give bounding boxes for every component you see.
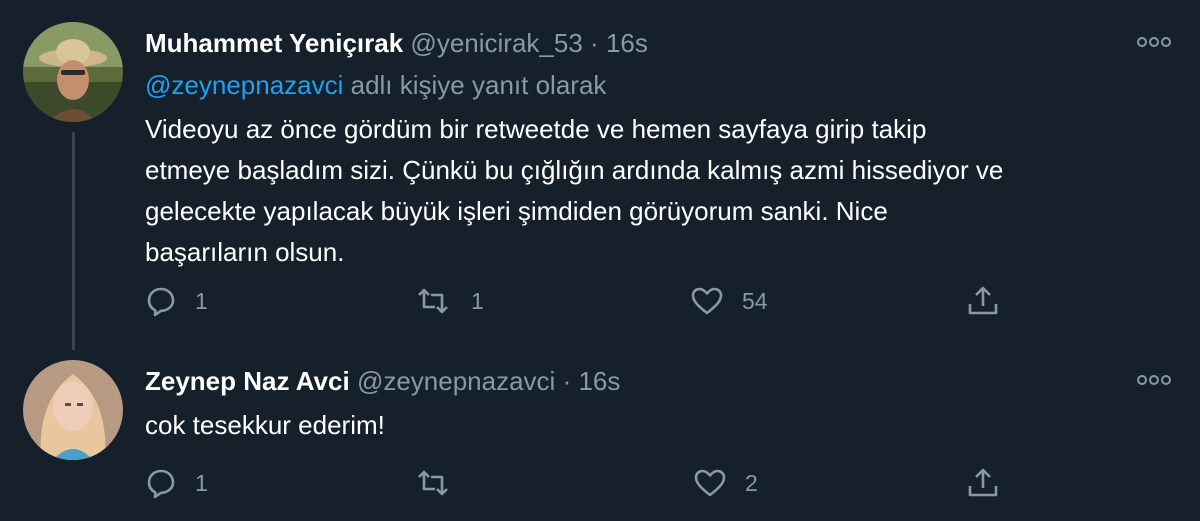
like-count: 2	[745, 469, 758, 496]
tweet-1[interactable]: Muhammet Yeniçırak @yenicirak_53 · 16s @…	[0, 0, 1200, 350]
author-handle[interactable]: @yenicirak_53	[410, 28, 582, 58]
tweet-header: Muhammet Yeniçırak @yenicirak_53 · 16s	[145, 28, 648, 59]
separator-dot: ·	[590, 28, 599, 58]
avatar[interactable]	[23, 22, 123, 122]
reply-count: 1	[195, 469, 208, 496]
like-button[interactable]: 2	[693, 465, 758, 501]
reply-button[interactable]: 1	[145, 283, 208, 319]
reply-icon	[145, 467, 177, 499]
reply-context: @zeynepnazavci adlı kişiye yanıt olarak	[145, 70, 606, 101]
timestamp[interactable]: 16s	[606, 28, 648, 58]
retweet-icon	[413, 285, 453, 317]
reply-context-text: adlı kişiye yanıt olarak	[343, 70, 607, 100]
tweet-text-line: Videoyu az önce gördüm bir retweetde ve …	[145, 114, 927, 144]
share-button[interactable]	[965, 283, 1001, 319]
like-icon	[693, 467, 727, 499]
more-icon[interactable]	[1136, 372, 1172, 388]
thread-line	[72, 132, 75, 350]
reply-button[interactable]: 1	[145, 465, 208, 501]
tweet-text-line: başarıların olsun.	[145, 237, 345, 267]
tweet-header: Zeynep Naz Avci @zeynepnazavci · 16s	[145, 366, 620, 397]
share-button[interactable]	[965, 465, 1001, 501]
author-name[interactable]: Muhammet Yeniçırak	[145, 28, 403, 58]
more-icon[interactable]	[1136, 34, 1172, 50]
avatar[interactable]	[23, 360, 123, 460]
timestamp[interactable]: 16s	[578, 366, 620, 396]
tweet-text-line: cok tesekkur ederim!	[145, 410, 385, 440]
mention-link[interactable]: @zeynepnazavci	[145, 70, 343, 100]
reply-icon	[145, 285, 177, 317]
tweet-text-line: etmeye başladım sizi. Çünkü bu çığlığın …	[145, 155, 1004, 185]
separator-dot: ·	[562, 366, 572, 396]
retweet-button[interactable]: 1	[413, 283, 484, 319]
tweet-text: Videoyu az önce gördüm bir retweetde ve …	[145, 109, 1175, 273]
reply-count: 1	[195, 287, 208, 314]
share-icon	[965, 284, 1001, 318]
retweet-count: 1	[471, 287, 484, 314]
retweet-icon	[413, 467, 453, 499]
tweet-text: cok tesekkur ederim!	[145, 405, 1175, 446]
action-bar: 1 2	[145, 465, 1045, 501]
share-icon	[965, 466, 1001, 500]
author-name[interactable]: Zeynep Naz Avci	[145, 366, 350, 396]
action-bar: 1 1 54	[145, 283, 1045, 319]
retweet-button[interactable]	[413, 465, 471, 501]
author-handle[interactable]: @zeynepnazavci	[357, 366, 555, 396]
tweet-2[interactable]: Zeynep Naz Avci @zeynepnazavci · 16s cok…	[0, 350, 1200, 521]
like-button[interactable]: 54	[690, 283, 768, 319]
tweet-text-line: gelecekte yapılacak büyük işleri şimdide…	[145, 196, 888, 226]
like-icon	[690, 285, 724, 317]
like-count: 54	[742, 287, 768, 314]
